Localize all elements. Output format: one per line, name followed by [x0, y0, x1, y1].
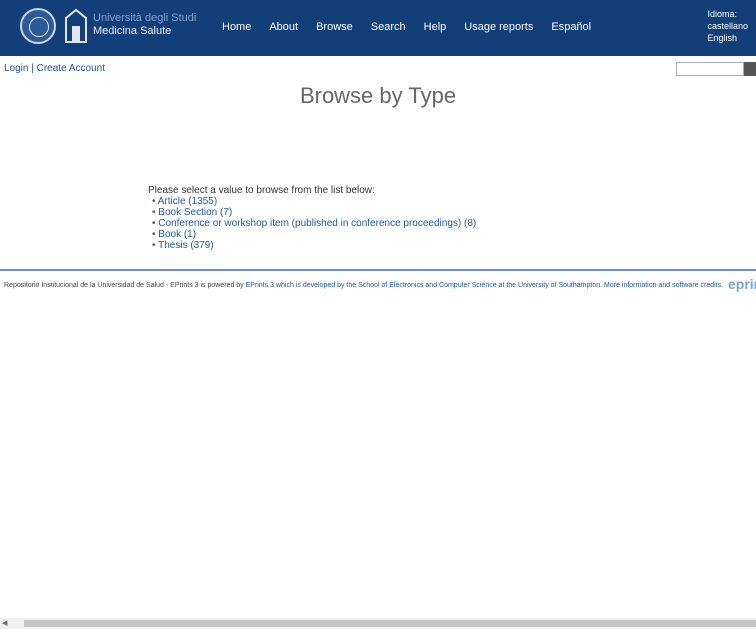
footer-text: Repositorio Institucional de la Universi…: [4, 282, 723, 289]
list-item: Article (1355): [152, 196, 476, 207]
brand-line1: Università degli Studi: [93, 12, 197, 24]
nav-spanish[interactable]: Español: [551, 21, 591, 33]
language-selector: Idioma: castellano English: [707, 8, 748, 44]
language-option-english[interactable]: English: [707, 32, 748, 44]
footer-divider: [0, 269, 756, 271]
type-link-book[interactable]: Book (1): [158, 229, 196, 240]
nav-search[interactable]: Search: [371, 21, 406, 33]
nav-help[interactable]: Help: [424, 21, 447, 33]
language-label: Idioma:: [707, 9, 737, 19]
type-link-article[interactable]: Article (1355): [158, 196, 217, 207]
main-nav: Home About Browse Search Help Usage repo…: [222, 21, 591, 33]
header-bar: Università degli Studi Medicina Salute H…: [0, 0, 756, 56]
list-item: Thesis (379): [152, 240, 476, 251]
scroll-left-arrow-icon[interactable]: ◀: [2, 619, 10, 627]
brand-line2: Medicina Salute: [93, 25, 172, 37]
language-option-castellano[interactable]: castellano: [707, 20, 748, 32]
auth-separator: |: [28, 63, 37, 74]
nav-browse[interactable]: Browse: [316, 21, 353, 33]
list-item: Conference or workshop item (published i…: [152, 218, 476, 229]
login-link[interactable]: Login: [4, 63, 28, 74]
list-item: Book (1): [152, 229, 476, 240]
auth-links: Login | Create Account: [4, 63, 105, 74]
building-logo-icon[interactable]: [62, 8, 90, 44]
university-seal-logo[interactable]: [20, 8, 56, 44]
nav-usage-reports[interactable]: Usage reports: [464, 21, 533, 33]
nav-about[interactable]: About: [269, 21, 298, 33]
footer-description: Repositorio Institucional de la Universi…: [4, 282, 244, 289]
page-title: Browse by Type: [299, 83, 457, 108]
type-link-conference-item[interactable]: Conference or workshop item (published i…: [158, 218, 476, 229]
eprints-logo[interactable]: eprints: [728, 276, 756, 292]
type-link-thesis[interactable]: Thesis (379): [158, 240, 214, 251]
list-item: Book Section (7): [152, 207, 476, 218]
brand-text[interactable]: Università degli Studi Medicina Salute: [93, 12, 196, 38]
search-button[interactable]: [744, 62, 756, 76]
search-input[interactable]: [676, 62, 744, 76]
type-link-book-section[interactable]: Book Section (7): [158, 207, 232, 218]
horizontal-scrollbar[interactable]: ◀: [0, 618, 756, 629]
scrollbar-thumb[interactable]: [24, 620, 756, 627]
nav-home[interactable]: Home: [222, 21, 251, 33]
create-account-link[interactable]: Create Account: [37, 63, 105, 74]
account-bar: Login | Create Account: [0, 56, 756, 82]
type-list: Article (1355) Book Section (7) Conferen…: [152, 196, 477, 251]
browse-intro-text: Please select a value to browse from the…: [148, 185, 375, 196]
footer-eprints-link[interactable]: EPrints 3 which is developed by the Scho…: [246, 282, 723, 289]
